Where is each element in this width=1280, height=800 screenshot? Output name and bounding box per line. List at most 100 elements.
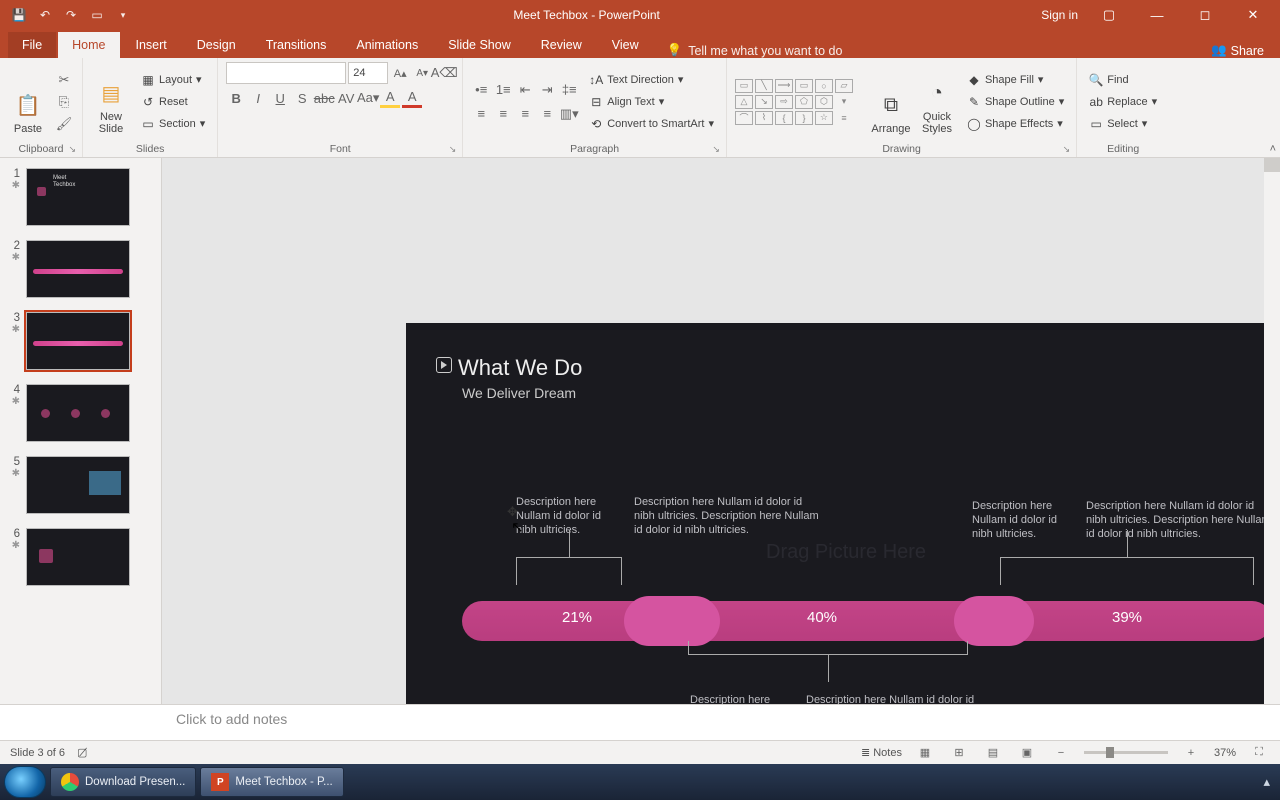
- zoom-slider[interactable]: [1084, 751, 1168, 754]
- align-right-icon[interactable]: ≡: [515, 104, 535, 124]
- tell-me-search[interactable]: 💡 Tell me what you want to do: [667, 43, 843, 58]
- font-size-combo[interactable]: 24: [348, 62, 388, 84]
- shadow-icon[interactable]: S: [292, 88, 312, 108]
- close-icon[interactable]: ✕: [1236, 7, 1270, 23]
- ribbon-display-icon[interactable]: ▢: [1092, 7, 1126, 23]
- taskbar-chrome[interactable]: Download Presen...: [50, 767, 196, 797]
- bold-icon[interactable]: B: [226, 88, 246, 108]
- notes-toggle[interactable]: ≣ Notes: [861, 746, 902, 759]
- italic-icon[interactable]: I: [248, 88, 268, 108]
- replace-button[interactable]: abReplace ▾: [1085, 92, 1161, 112]
- redo-icon[interactable]: ↷: [62, 8, 80, 22]
- tab-file[interactable]: File: [8, 32, 56, 58]
- undo-icon[interactable]: ↶: [36, 8, 54, 22]
- slide-counter[interactable]: Slide 3 of 6: [10, 747, 65, 759]
- tab-transitions[interactable]: Transitions: [252, 32, 341, 58]
- slide-title[interactable]: What We Do: [436, 355, 582, 381]
- slide-thumbnail-4[interactable]: [26, 384, 130, 442]
- slide-thumbnails-panel[interactable]: 1✱MeetTechbox 2✱ 3✱ 4✱ 5✱ 6✱: [0, 158, 162, 704]
- align-center-icon[interactable]: ≡: [493, 104, 513, 124]
- find-button[interactable]: 🔍Find: [1085, 70, 1161, 90]
- taskbar-powerpoint[interactable]: P Meet Techbox - P...: [200, 767, 343, 797]
- start-from-beginning-icon[interactable]: ▭: [88, 8, 106, 22]
- select-button[interactable]: ▭Select ▾: [1085, 114, 1161, 134]
- shape-fill-button[interactable]: ◆Shape Fill ▾: [963, 70, 1068, 90]
- tab-home[interactable]: Home: [58, 32, 119, 58]
- desc-bottom-a[interactable]: Description here Nullam id dolor id nibh…: [690, 693, 790, 704]
- clipboard-launcher-icon[interactable]: ↘: [68, 144, 76, 155]
- slide-thumbnail-2[interactable]: [26, 240, 130, 298]
- decrease-font-icon[interactable]: A▾: [412, 63, 432, 83]
- slide-canvas[interactable]: What We Do We Deliver Dream Drag Picture…: [406, 323, 1280, 704]
- font-highlight-icon[interactable]: A: [380, 88, 400, 108]
- clear-formatting-icon[interactable]: A⌫: [434, 63, 454, 83]
- convert-smartart-button[interactable]: ⟲Convert to SmartArt ▾: [585, 114, 718, 134]
- tab-animations[interactable]: Animations: [342, 32, 432, 58]
- slide-thumbnail-6[interactable]: [26, 528, 130, 586]
- slide-subtitle[interactable]: We Deliver Dream: [462, 385, 582, 401]
- shape-effects-button[interactable]: ◯Shape Effects ▾: [963, 114, 1068, 134]
- desc-bottom-b[interactable]: Description here Nullam id dolor id nibh…: [806, 693, 996, 704]
- font-launcher-icon[interactable]: ↘: [449, 144, 457, 155]
- arrange-button[interactable]: ⧉ Arrange: [871, 69, 911, 135]
- collapse-ribbon-icon[interactable]: ˄: [1270, 143, 1276, 155]
- sign-in-link[interactable]: Sign in: [1041, 8, 1078, 22]
- minimize-icon[interactable]: —: [1140, 8, 1174, 23]
- justify-icon[interactable]: ≡: [537, 104, 557, 124]
- decrease-indent-icon[interactable]: ⇤: [515, 80, 535, 100]
- tab-insert[interactable]: Insert: [122, 32, 181, 58]
- shapes-gallery[interactable]: ▭╲⟶▭○▱ △↘⇨⬠⬡▾ ⌒⌇{}☆≡: [735, 79, 865, 125]
- underline-icon[interactable]: U: [270, 88, 290, 108]
- fit-to-window-icon[interactable]: ⛶: [1248, 745, 1270, 761]
- maximize-icon[interactable]: ◻: [1188, 7, 1222, 23]
- layout-button[interactable]: ▦Layout ▾: [137, 70, 209, 90]
- shape-outline-button[interactable]: ✎Shape Outline ▾: [963, 92, 1068, 112]
- system-tray-expand-icon[interactable]: ▴: [1263, 774, 1280, 790]
- line-spacing-icon[interactable]: ‡≡: [559, 80, 579, 100]
- spellcheck-icon[interactable]: ▢̸: [77, 746, 87, 759]
- qat-customize-icon[interactable]: ▾: [114, 10, 132, 21]
- share-button[interactable]: 👥 Share: [1211, 43, 1280, 58]
- zoom-out-icon[interactable]: −: [1050, 745, 1072, 761]
- start-button[interactable]: [4, 766, 46, 798]
- align-text-button[interactable]: ⊟Align Text ▾: [585, 92, 718, 112]
- reading-view-icon[interactable]: ▤: [982, 745, 1004, 761]
- char-spacing-icon[interactable]: AV: [336, 88, 356, 108]
- bullets-icon[interactable]: •≡: [471, 80, 491, 100]
- format-painter-icon[interactable]: 🖌: [54, 114, 74, 134]
- progress-bar-shape[interactable]: 21% 40% 39%: [462, 601, 1272, 641]
- tab-view[interactable]: View: [598, 32, 653, 58]
- increase-font-icon[interactable]: A▴: [390, 63, 410, 83]
- desc-top-right-a[interactable]: Description here Nullam id dolor id nibh…: [972, 499, 1072, 541]
- zoom-in-icon[interactable]: +: [1180, 745, 1202, 761]
- numbering-icon[interactable]: 1≡: [493, 80, 513, 100]
- copy-icon[interactable]: ⎘: [54, 92, 74, 112]
- tab-review[interactable]: Review: [527, 32, 596, 58]
- paste-button[interactable]: 📋 Paste: [8, 69, 48, 135]
- slide-thumbnail-5[interactable]: [26, 456, 130, 514]
- normal-view-icon[interactable]: ▦: [914, 745, 936, 761]
- font-family-combo[interactable]: [226, 62, 346, 84]
- align-left-icon[interactable]: ≡: [471, 104, 491, 124]
- increase-indent-icon[interactable]: ⇥: [537, 80, 557, 100]
- reset-button[interactable]: ↺Reset: [137, 92, 209, 112]
- desc-top-right-b[interactable]: Description here Nullam id dolor id nibh…: [1086, 499, 1276, 541]
- columns-icon[interactable]: ▥▾: [559, 104, 579, 124]
- paragraph-launcher-icon[interactable]: ↘: [712, 144, 720, 155]
- slide-thumbnail-3[interactable]: [26, 312, 130, 370]
- drawing-launcher-icon[interactable]: ↘: [1063, 144, 1071, 155]
- slide-canvas-area[interactable]: What We Do We Deliver Dream Drag Picture…: [162, 158, 1280, 704]
- new-slide-button[interactable]: ▤ New Slide: [91, 69, 131, 135]
- tab-slideshow[interactable]: Slide Show: [434, 32, 525, 58]
- vertical-scrollbar[interactable]: [1264, 158, 1280, 704]
- save-icon[interactable]: 💾: [10, 8, 28, 22]
- zoom-level[interactable]: 37%: [1214, 747, 1236, 759]
- slide-thumbnail-1[interactable]: MeetTechbox: [26, 168, 130, 226]
- notes-pane[interactable]: Click to add notes: [0, 704, 1280, 740]
- desc-top-left-b[interactable]: Description here Nullam id dolor id nibh…: [634, 495, 824, 537]
- slideshow-view-icon[interactable]: ▣: [1016, 745, 1038, 761]
- quick-styles-button[interactable]: ◔ Quick Styles: [917, 69, 957, 135]
- change-case-icon[interactable]: Aa▾: [358, 88, 378, 108]
- desc-top-left-a[interactable]: Description here Nullam id dolor id nibh…: [516, 495, 616, 537]
- section-button[interactable]: ▭Section ▾: [137, 114, 209, 134]
